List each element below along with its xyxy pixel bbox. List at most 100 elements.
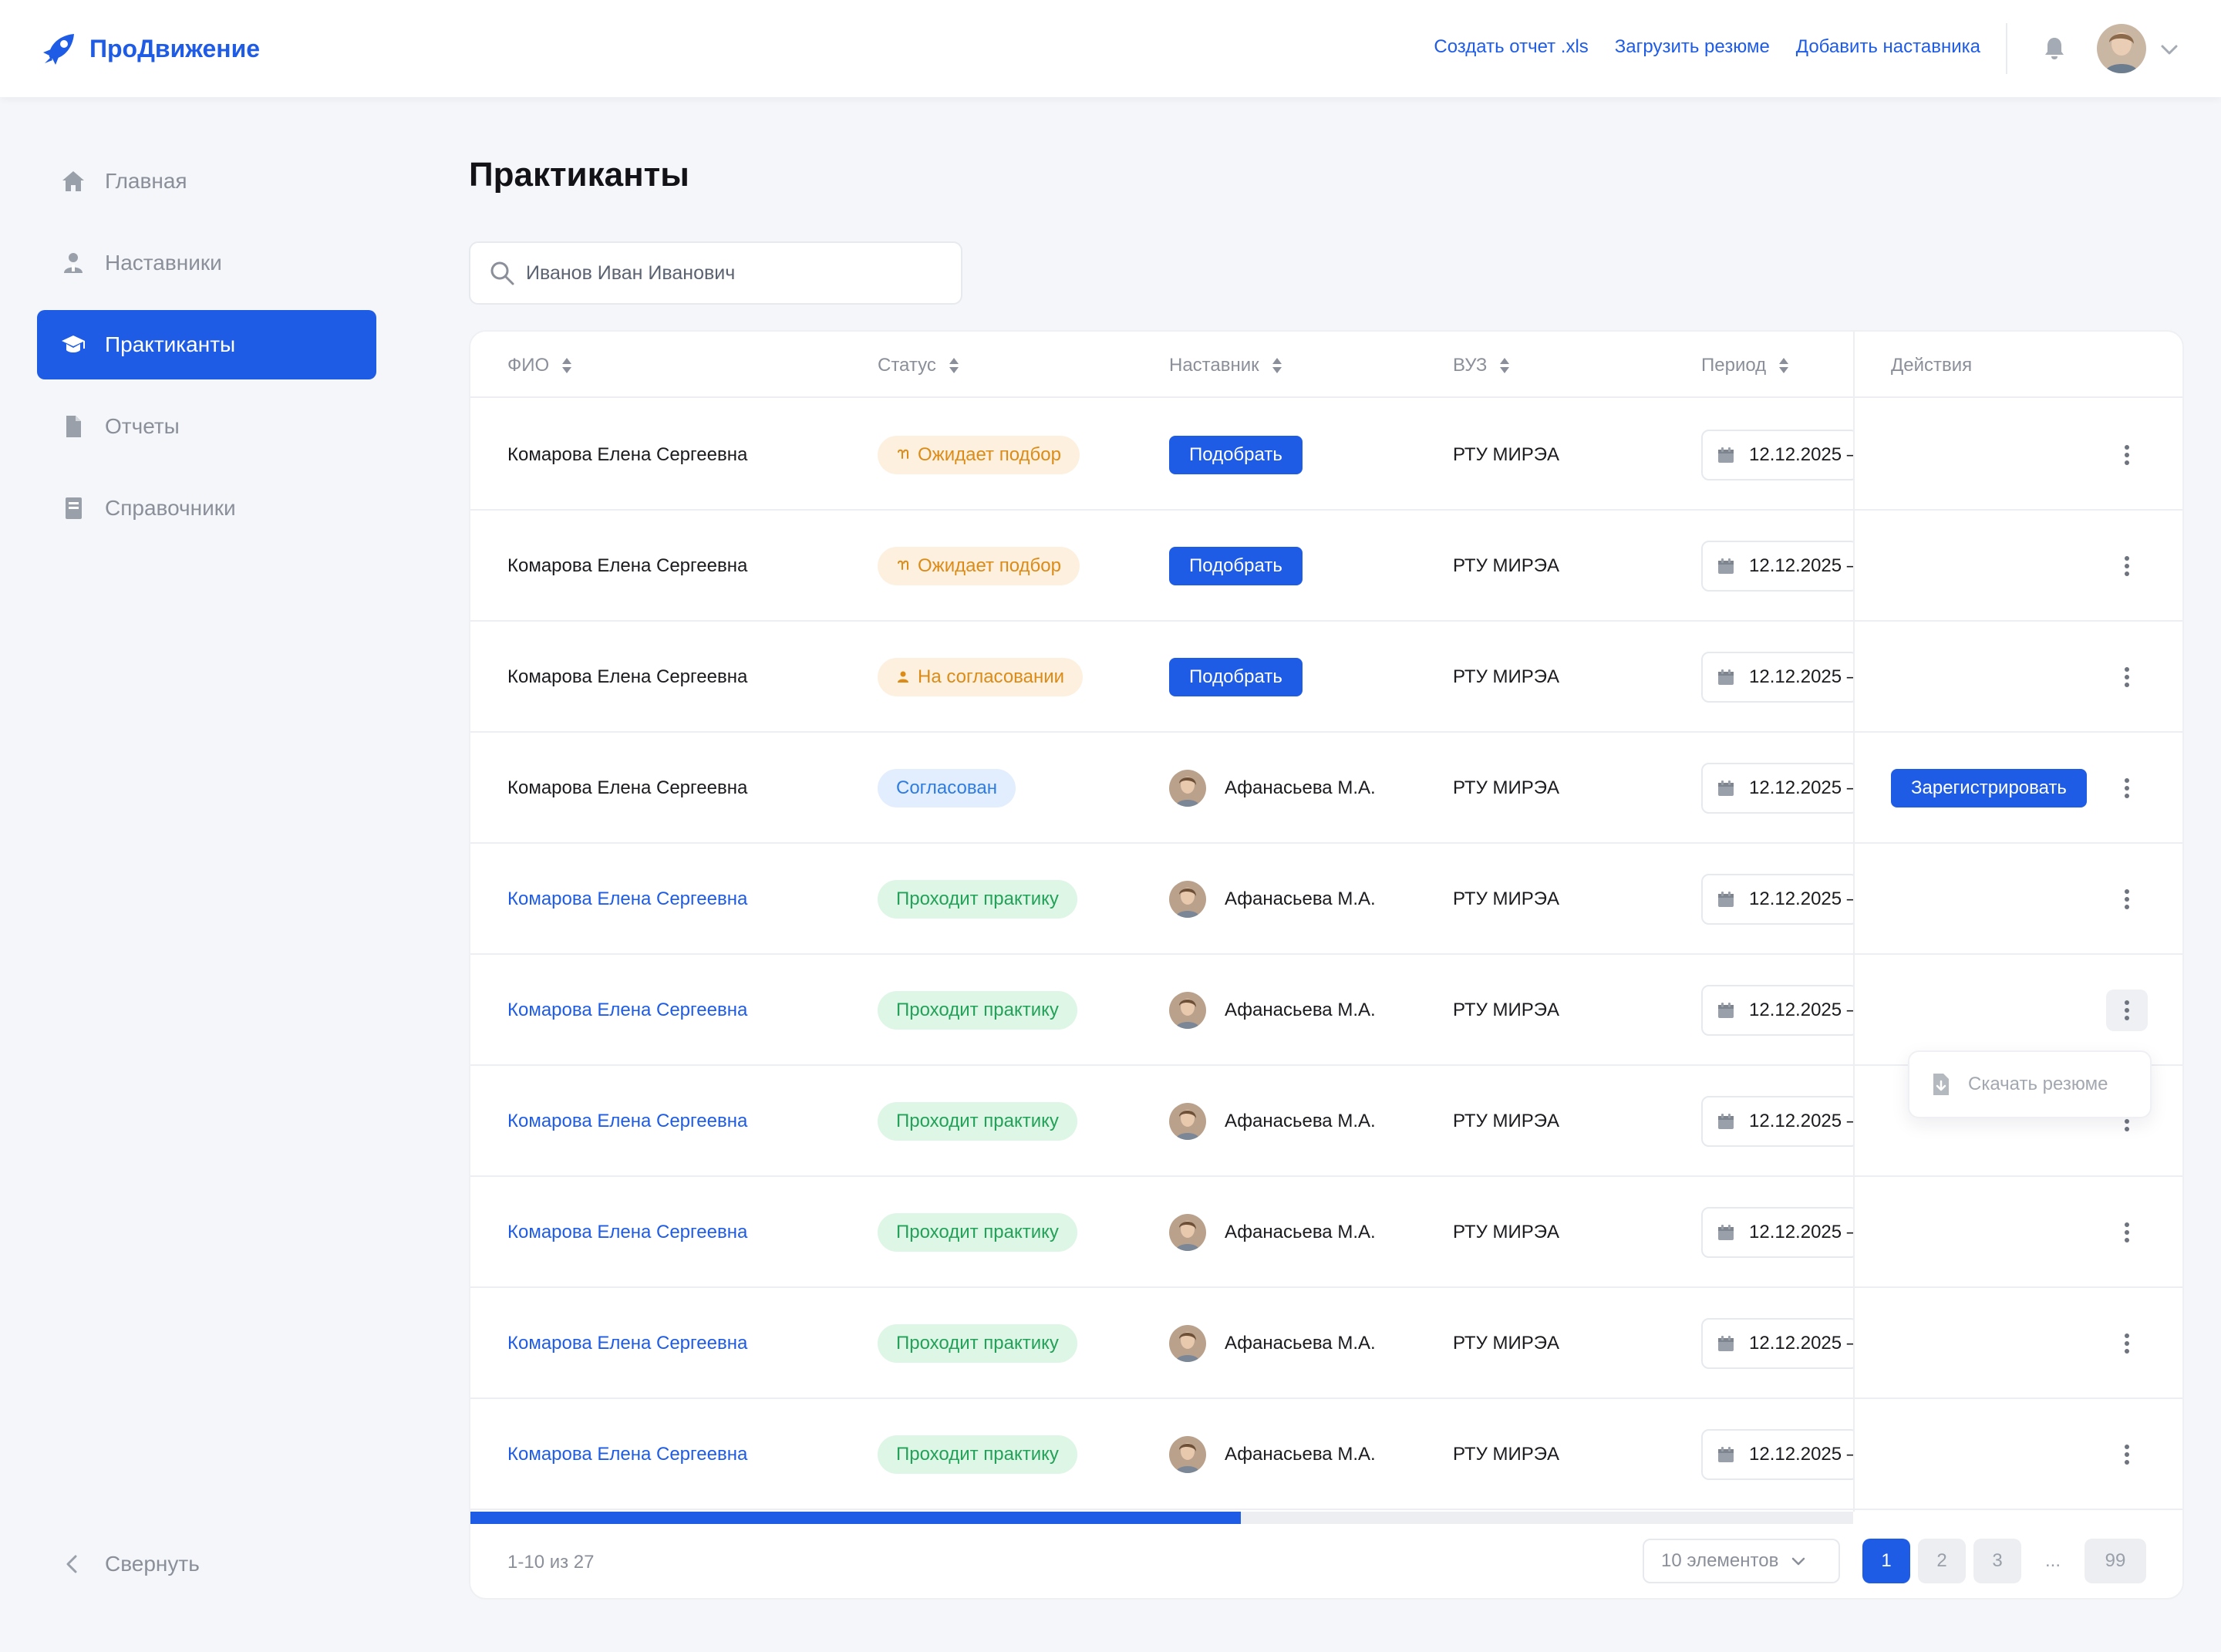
mentor-cell: Афанасьева М.А. (1169, 1066, 1376, 1177)
pick-mentor-button[interactable]: Подобрать (1169, 436, 1303, 474)
bell-icon[interactable] (2041, 35, 2068, 62)
status-badge: Проходит практику (878, 1102, 1077, 1141)
intern-name[interactable]: Комарова Елена Сергеевна (507, 955, 747, 1066)
mentor-name[interactable]: Афанасьева М.А. (1225, 1444, 1376, 1465)
add-mentor-link[interactable]: Добавить наставника (1796, 36, 1980, 58)
mentor-name[interactable]: Афанасьева М.А. (1225, 1111, 1376, 1132)
status-cell: Проходит практику (878, 955, 1077, 1066)
intern-name[interactable]: Комарова Елена Сергеевна (507, 844, 747, 955)
period-value: 12.12.2025 – (1749, 666, 1854, 687)
row-menu-button[interactable] (2106, 656, 2148, 698)
period-date-field[interactable]: 12.12.2025 – (1701, 874, 1854, 925)
sidebar-item-interns[interactable]: Практиканты (37, 310, 376, 379)
period-date-field[interactable]: 12.12.2025 – (1701, 541, 1854, 592)
page-button-3[interactable]: 3 (1973, 1539, 2021, 1583)
period-date-field[interactable]: 12.12.2025 – (1701, 430, 1854, 480)
page-button-2[interactable]: 2 (1918, 1539, 1966, 1583)
pick-mentor-button[interactable]: Подобрать (1169, 547, 1303, 585)
table-row: Комарова Елена Сергеевна Проходит практик… (470, 1399, 2182, 1510)
mentor-cell: Афанасьева М.А. (1169, 955, 1376, 1066)
table-row: Комарова Елена Сергеевна Ожидает подбор По… (470, 511, 2182, 622)
mentor-name[interactable]: Афанасьева М.А. (1225, 1333, 1376, 1354)
period-date-field[interactable]: 12.12.2025 – (1701, 985, 1854, 1036)
intern-name[interactable]: Комарова Елена Сергеевна (507, 1177, 747, 1288)
horizontal-scrollbar[interactable] (470, 1512, 1853, 1524)
column-header-period[interactable]: Период (1701, 355, 1791, 376)
mentor-name[interactable]: Афанасьева М.А. (1225, 777, 1376, 799)
period-date-field[interactable]: 12.12.2025 – (1701, 1318, 1854, 1369)
status-badge: Согласован (878, 769, 1016, 807)
period-cell: 12.12.2025 – (1701, 844, 1854, 955)
row-menu-button[interactable] (2106, 434, 2148, 476)
collapse-label: Свернуть (105, 1552, 200, 1576)
per-page-select[interactable]: 10 элементов (1643, 1539, 1840, 1583)
sidebar-item-home[interactable]: Главная (37, 147, 376, 216)
register-button[interactable]: Зарегистрировать (1891, 769, 2087, 807)
mentor-name[interactable]: Афанасьева М.А. (1225, 1222, 1376, 1243)
row-menu-button[interactable] (2106, 878, 2148, 920)
user-avatar[interactable] (2097, 24, 2146, 73)
page-button-1[interactable]: 1 (1862, 1539, 1910, 1583)
graduation-cap-icon (62, 335, 85, 352)
table-row: Комарова Елена Сергеевна Проходит практик… (470, 1177, 2182, 1288)
rocket-logo-icon (43, 34, 74, 65)
app-logo[interactable]: ПроДвижение (40, 29, 260, 68)
sidebar-item-reports[interactable]: Отчеты (37, 392, 376, 461)
period-date-field[interactable]: 12.12.2025 – (1701, 1096, 1854, 1147)
sort-icon (1272, 358, 1282, 373)
sidebar-item-directories[interactable]: Справочники (37, 474, 376, 543)
create-xls-report-link[interactable]: Создать отчет .xls (1434, 36, 1588, 58)
mentor-name[interactable]: Афанасьева М.А. (1225, 1000, 1376, 1021)
row-menu-button[interactable] (2106, 1323, 2148, 1364)
pick-mentor-button[interactable]: Подобрать (1169, 658, 1303, 696)
period-date-field[interactable]: 12.12.2025 – (1701, 1429, 1854, 1480)
period-date-field[interactable]: 12.12.2025 – (1701, 1207, 1854, 1258)
search-input[interactable] (526, 261, 942, 285)
mentor-name[interactable]: Афанасьева М.А. (1225, 888, 1376, 910)
chevron-down-icon[interactable] (2159, 39, 2180, 60)
table-row: Комарова Елена Сергеевна Проходит практик… (470, 955, 2182, 1066)
sidebar-item-label: Наставники (105, 251, 222, 275)
period-cell: 12.12.2025 – (1701, 733, 1854, 844)
column-header-mentor[interactable]: Наставник (1169, 355, 1284, 376)
row-menu-button[interactable] (2106, 1434, 2148, 1475)
period-value: 12.12.2025 – (1749, 1444, 1854, 1465)
more-vertical-icon (2125, 445, 2129, 465)
status-label: Согласован (896, 777, 997, 798)
upload-resume-link[interactable]: Загрузить резюме (1615, 36, 1770, 58)
row-menu-button[interactable] (2106, 545, 2148, 587)
per-page-value: 10 элементов (1661, 1550, 1779, 1571)
sidebar-item-mentors[interactable]: Наставники (37, 228, 376, 298)
more-vertical-icon (2125, 556, 2129, 576)
search-icon (490, 261, 514, 285)
row-menu-button[interactable] (2106, 767, 2148, 809)
column-header-actions: Действия (1891, 355, 1972, 376)
sidebar-item-label: Отчеты (105, 414, 180, 438)
column-header-fio[interactable]: ФИО (507, 355, 574, 376)
status-badge: Проходит практику (878, 1213, 1077, 1252)
mentor-avatar (1169, 1325, 1206, 1362)
intern-name[interactable]: Комарова Елена Сергеевна (507, 1288, 747, 1399)
table-row: Комарова Елена Сергеевна Проходит практик… (470, 844, 2182, 955)
sidebar-item-label: Главная (105, 169, 187, 193)
calendar-icon (1718, 669, 1734, 685)
scrollbar-thumb[interactable] (470, 1512, 1241, 1524)
download-resume-menu-item[interactable]: Скачать резюме (1968, 1074, 2108, 1095)
column-header-status[interactable]: Статус (878, 355, 961, 376)
collapse-sidebar-button[interactable]: Свернуть (60, 1552, 200, 1576)
row-menu-button[interactable] (2106, 990, 2148, 1031)
university-name: РТУ МИРЭА (1453, 555, 1560, 576)
column-header-vuz[interactable]: ВУЗ (1453, 355, 1512, 376)
period-value: 12.12.2025 – (1749, 1333, 1854, 1354)
period-date-field[interactable]: 12.12.2025 – (1701, 763, 1854, 814)
period-cell: 12.12.2025 – (1701, 1288, 1854, 1399)
intern-name[interactable]: Комарова Елена Сергеевна (507, 1066, 747, 1177)
mentor-cell: Афанасьева М.А. (1169, 733, 1376, 844)
status-cell: Ожидает подбор (878, 511, 1080, 622)
table-header: ФИО Статус Наставник ВУЗ Период Действия (470, 332, 2182, 398)
period-value: 12.12.2025 – (1749, 555, 1854, 576)
period-date-field[interactable]: 12.12.2025 – (1701, 652, 1854, 703)
row-menu-button[interactable] (2106, 1212, 2148, 1253)
intern-name[interactable]: Комарова Елена Сергеевна (507, 1399, 747, 1510)
page-button-99[interactable]: 99 (2085, 1539, 2146, 1583)
